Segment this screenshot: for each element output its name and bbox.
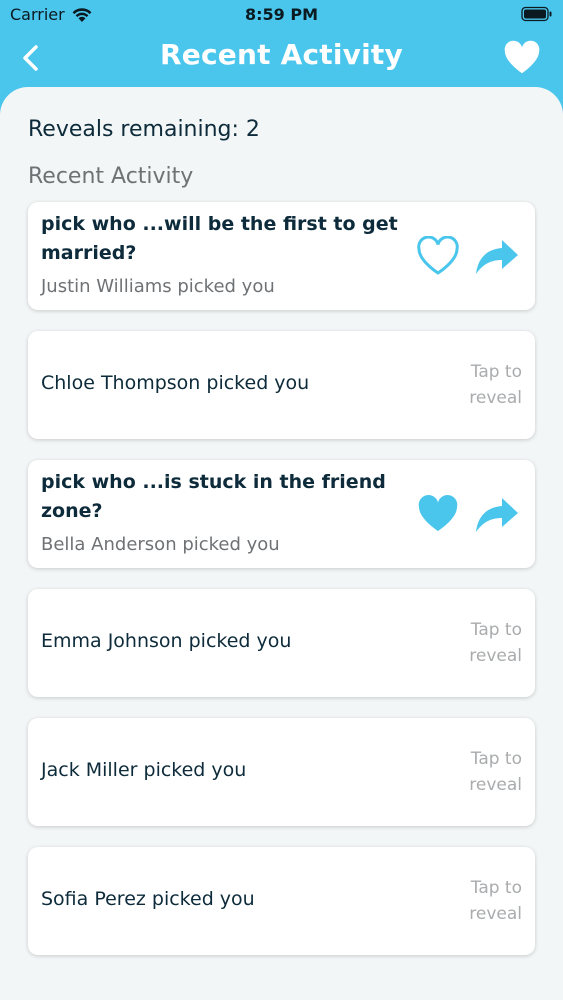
question-text: pick who ...is stuck in the friend zone? (41, 471, 386, 522)
content-sheet: Reveals remaining: 2 Recent Activity pic… (0, 87, 563, 1000)
share-arrow-icon[interactable] (474, 495, 520, 535)
activity-card-hidden[interactable]: Chloe Thompson picked you Tap to reveal (28, 331, 535, 439)
activity-card-hidden[interactable]: Sofia Perez picked you Tap to reveal (28, 847, 535, 955)
tap-to-reveal[interactable]: Tap to reveal (462, 359, 522, 411)
tap-to-reveal[interactable]: Tap to reveal (462, 746, 522, 798)
reveals-remaining: Reveals remaining: 2 (28, 117, 260, 142)
tap-to-reveal[interactable]: Tap to reveal (462, 617, 522, 669)
heart-filled-icon[interactable] (416, 494, 460, 534)
page-title: Recent Activity (160, 38, 403, 71)
status-time: 8:59 PM (244, 5, 318, 24)
heart-icon[interactable] (503, 40, 541, 76)
picker-text: Emma Johnson picked you (41, 630, 292, 652)
activity-card-question[interactable]: pick who ...is stuck in the friend zone?… (28, 460, 535, 568)
section-title: Recent Activity (28, 164, 194, 189)
picker-text: Sofia Perez picked you (41, 888, 255, 910)
picker-text: Jack Miller picked you (41, 759, 247, 781)
battery-icon (521, 6, 552, 22)
nav-bar: Recent Activity (0, 30, 563, 86)
picker-text: Justin Williams picked you (41, 276, 275, 297)
picker-text: Chloe Thompson picked you (41, 372, 310, 394)
activity-card-question[interactable]: pick who ...will be the first to get mar… (28, 202, 535, 310)
question-text: pick who ...will be the first to get mar… (41, 213, 398, 264)
activity-card-hidden[interactable]: Emma Johnson picked you Tap to reveal (28, 589, 535, 697)
tap-to-reveal[interactable]: Tap to reveal (462, 875, 522, 927)
share-arrow-icon[interactable] (474, 237, 520, 277)
heart-outline-icon[interactable] (416, 236, 460, 276)
activity-card-hidden[interactable]: Jack Miller picked you Tap to reveal (28, 718, 535, 826)
status-bar: Carrier 8:59 PM (0, 0, 563, 30)
picker-text: Bella Anderson picked you (41, 534, 280, 555)
